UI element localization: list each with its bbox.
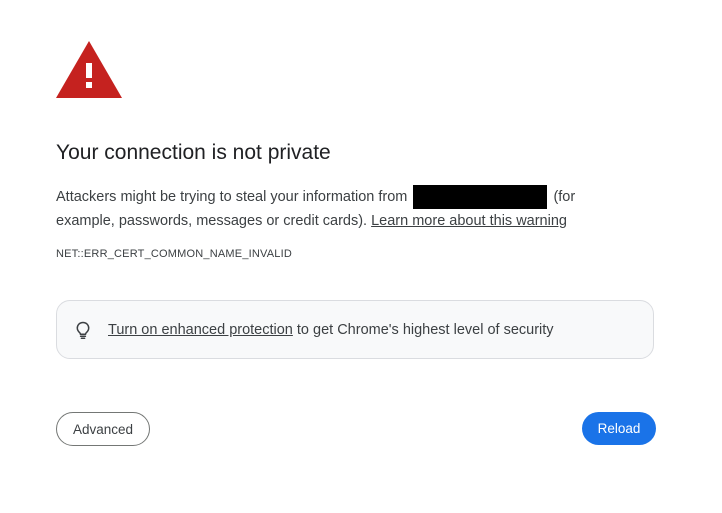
error-code: NET::ERR_CERT_COMMON_NAME_INVALID [56,248,293,260]
lightbulb-icon [76,321,90,339]
message-text-before: Attackers might be trying to steal your … [56,189,408,205]
learn-more-link[interactable]: Learn more about this warning [371,213,567,229]
reload-button[interactable]: Reload [582,412,656,445]
enhanced-protection-promo: Turn on enhanced protection to get Chrom… [56,300,654,359]
redacted-domain [413,185,548,209]
page-title: Your connection is not private [56,141,331,164]
promo-description: to get Chrome's highest level of securit… [296,321,554,338]
warning-message: Attackers might be trying to steal your … [56,185,616,233]
enhanced-protection-link[interactable]: Turn on enhanced protection [108,322,293,338]
advanced-button[interactable]: Advanced [56,412,150,446]
warning-triangle-icon [56,41,122,98]
interstitial-page: Your connection is not private Attackers… [0,0,722,513]
promo-text: Turn on enhanced protection to get Chrom… [108,322,554,338]
